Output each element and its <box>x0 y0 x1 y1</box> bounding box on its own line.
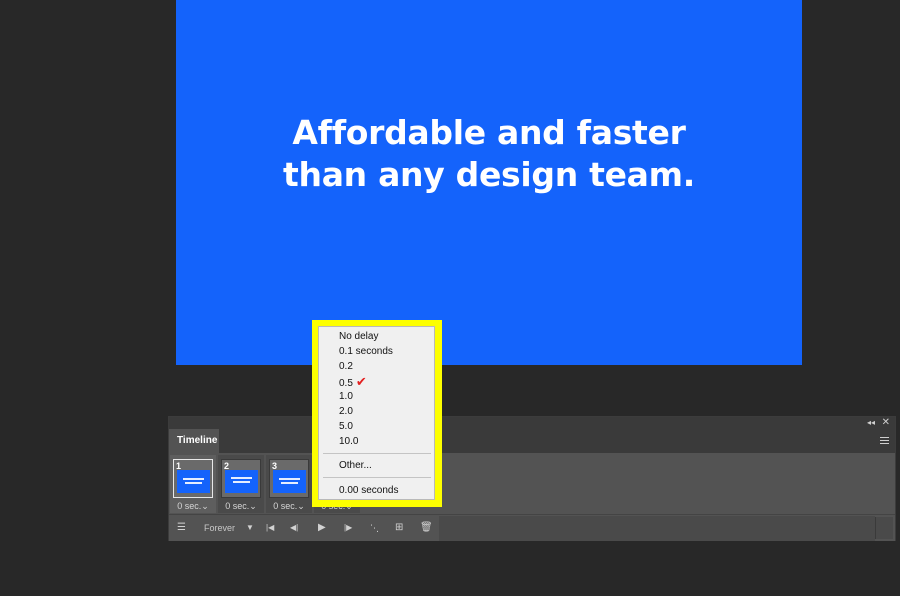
menu-divider <box>323 477 431 478</box>
timeline-panel: ◂◂ ✕ Timeline 1 0 sec.⌄ 2 0 sec.⌄ 3 0 se… <box>168 416 896 541</box>
frame-delay[interactable]: 0 sec.⌄ <box>218 501 264 512</box>
headline-line-2: than any design team. <box>283 155 695 194</box>
delay-current-value: 0.00 seconds <box>339 485 399 496</box>
headline-line-1: Affordable and faster <box>292 113 686 152</box>
select-first-frame-icon[interactable]: |◀ <box>266 520 274 536</box>
controls-empty-area <box>439 516 875 541</box>
delete-frame-icon[interactable]: 🗑 <box>420 520 433 536</box>
delay-option-0-5[interactable]: 0.5 ✔ <box>339 375 367 391</box>
frame-delay[interactable]: 0 sec.⌄ <box>170 501 216 512</box>
panel-title-strip: ◂◂ ✕ <box>169 417 895 429</box>
canvas-headline: Affordable and faster than any design te… <box>176 112 802 196</box>
thumb-text-line <box>183 478 204 480</box>
delay-option-no-delay[interactable]: No delay <box>339 330 378 344</box>
frame-2[interactable]: 2 0 sec.⌄ <box>218 455 264 513</box>
delay-option-1-0[interactable]: 1.0 <box>339 390 353 404</box>
thumbnail-image <box>273 470 306 493</box>
menu-divider <box>323 453 431 454</box>
thumb-text-line <box>185 482 202 484</box>
chevron-down-icon[interactable]: ▼ <box>246 520 254 536</box>
thumbnail-image <box>225 470 258 493</box>
frame-thumbnail[interactable]: 2 <box>221 459 261 498</box>
panel-menu-icon[interactable] <box>880 437 889 444</box>
chevron-down-icon: ⌄ <box>297 501 305 511</box>
thumb-text-line <box>279 478 300 480</box>
loop-value: Forever <box>204 523 236 533</box>
thumb-text-line <box>231 477 252 479</box>
checkmark-icon: ✔ <box>355 374 367 389</box>
panel-tabbar: Timeline <box>169 429 895 453</box>
thumb-text-line <box>233 481 250 483</box>
chevron-down-icon: ⌄ <box>201 501 209 511</box>
loop-options-select[interactable]: Forever <box>204 520 235 536</box>
convert-to-video-timeline-icon[interactable]: ☰ <box>177 520 186 536</box>
delay-option-10-0[interactable]: 10.0 <box>339 435 358 449</box>
frame-strip: 1 0 sec.⌄ 2 0 sec.⌄ 3 0 sec.⌄ <box>169 453 895 513</box>
document-canvas: Affordable and faster than any design te… <box>176 0 802 365</box>
delay-option-2-0[interactable]: 2.0 <box>339 405 353 419</box>
thumbnail-image <box>177 470 210 493</box>
frame-delay-value: 0 sec. <box>225 501 250 511</box>
timeline-controls: ☰ Forever ▼ |◀ ◀| ▶ |▶ ⋱ ⊞ 🗑 <box>169 514 895 541</box>
frame-delay-menu-highlight: No delay 0.1 seconds 0.2 0.5 ✔ 1.0 2.0 5.… <box>312 320 442 507</box>
frame-delay-value: 0 sec. <box>177 501 202 511</box>
play-icon[interactable]: ▶ <box>318 520 326 536</box>
close-icon[interactable]: ✕ <box>882 417 890 429</box>
delay-option-5-0[interactable]: 5.0 <box>339 420 353 434</box>
select-next-frame-icon[interactable]: |▶ <box>344 520 352 536</box>
tween-icon[interactable]: ⋱ <box>370 520 379 536</box>
frame-1[interactable]: 1 0 sec.⌄ <box>170 455 216 513</box>
delay-option-label: 0.5 <box>339 378 353 389</box>
frame-thumbnail[interactable]: 3 <box>269 459 309 498</box>
frame-delay-menu: No delay 0.1 seconds 0.2 0.5 ✔ 1.0 2.0 5.… <box>318 326 435 500</box>
chevron-down-icon: ⌄ <box>249 501 257 511</box>
collapse-icon[interactable]: ◂◂ <box>867 417 875 429</box>
delay-option-0-1[interactable]: 0.1 seconds <box>339 345 393 359</box>
select-previous-frame-icon[interactable]: ◀| <box>290 520 298 536</box>
frame-thumbnail[interactable]: 1 <box>173 459 213 498</box>
duplicate-frame-icon[interactable]: ⊞ <box>395 520 403 536</box>
frame-3[interactable]: 3 0 sec.⌄ <box>266 455 312 513</box>
delay-option-0-2[interactable]: 0.2 <box>339 360 353 374</box>
tab-timeline[interactable]: Timeline <box>169 429 219 453</box>
thumb-text-line <box>281 482 298 484</box>
frame-delay[interactable]: 0 sec.⌄ <box>266 501 312 512</box>
delay-option-other[interactable]: Other... <box>339 459 372 473</box>
panel-resize-handle[interactable] <box>875 517 893 539</box>
frame-delay-value: 0 sec. <box>273 501 298 511</box>
